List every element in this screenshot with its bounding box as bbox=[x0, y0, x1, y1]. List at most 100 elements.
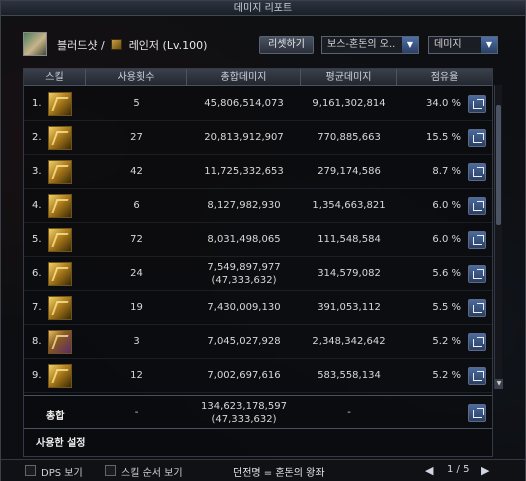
share-icon[interactable] bbox=[468, 265, 486, 283]
row-rank: 7. bbox=[32, 302, 42, 313]
summary-average: - bbox=[347, 407, 351, 418]
row-total-sub: (47,333,632) bbox=[211, 275, 277, 286]
table-row[interactable]: 4. 6 8,127,982,930 1,354,663,821 6.0 % bbox=[24, 189, 492, 223]
summary-total: 134,623,178,597 (47,333,632) bbox=[187, 400, 301, 426]
row-rank: 8. bbox=[32, 336, 42, 347]
row-rank: 4. bbox=[32, 200, 42, 211]
row-rank: 5. bbox=[32, 234, 42, 245]
skill-icon bbox=[48, 92, 72, 116]
row-rank: 9. bbox=[32, 370, 42, 381]
character-name: 블러드샷 / bbox=[57, 39, 105, 52]
row-total-value: 7,002,697,616 bbox=[207, 370, 281, 381]
row-average-damage: 770,885,663 bbox=[317, 132, 381, 143]
share-icon[interactable] bbox=[468, 163, 486, 181]
row-use-count: 19 bbox=[130, 302, 143, 313]
row-average-damage: 583,558,134 bbox=[317, 370, 381, 381]
skill-damage-table: 스킬 사용횟수 총합데미지 평균데미지 점유율 1. 5 45,806,514,07… bbox=[23, 68, 503, 457]
share-icon[interactable] bbox=[468, 129, 486, 147]
row-use-count: 42 bbox=[130, 166, 143, 177]
table-row[interactable]: 8. 3 7,045,027,928 2,348,342,642 5.2 % bbox=[24, 325, 492, 359]
row-total-damage: 7,549,897,977 (47,333,632) bbox=[187, 261, 301, 287]
row-share: 5.2 % bbox=[432, 336, 461, 347]
chevron-down-icon: ▼ bbox=[481, 37, 497, 53]
row-share: 5.2 % bbox=[432, 370, 461, 381]
share-icon[interactable] bbox=[468, 231, 486, 249]
skill-order-checkbox[interactable] bbox=[105, 465, 116, 476]
skill-icon bbox=[48, 262, 72, 286]
row-total-damage: 7,002,697,616 bbox=[187, 370, 301, 381]
row-average-damage: 279,174,586 bbox=[317, 166, 381, 177]
chevron-down-icon: ▼ bbox=[402, 37, 418, 53]
row-total-damage: 7,430,009,130 bbox=[187, 302, 301, 313]
column-use-count[interactable]: 사용횟수 bbox=[86, 69, 187, 86]
skill-order-label: 스킬 순서 보기 bbox=[121, 468, 183, 479]
row-use-count: 72 bbox=[130, 234, 143, 245]
character-avatar bbox=[23, 32, 47, 56]
dungeon-name: 던전명 = 혼돈의 왕좌 bbox=[233, 468, 325, 479]
row-total-damage: 20,813,912,907 bbox=[187, 132, 301, 143]
scroll-down-icon[interactable]: ▼ bbox=[495, 379, 503, 389]
row-average-damage: 314,579,082 bbox=[317, 268, 381, 279]
skill-icon bbox=[48, 160, 72, 184]
row-share: 8.7 % bbox=[432, 166, 461, 177]
dps-view-checkbox[interactable] bbox=[25, 465, 36, 476]
row-total-damage: 8,031,498,065 bbox=[187, 234, 301, 245]
boss-select-value: 보스-혼돈의 오.. bbox=[327, 39, 396, 50]
prev-page-icon[interactable]: ◀ bbox=[425, 464, 433, 477]
table-row[interactable]: 5. 72 8,031,498,065 111,548,584 6.0 % bbox=[24, 223, 492, 257]
row-use-count: 3 bbox=[133, 336, 140, 347]
row-use-count: 6 bbox=[133, 200, 140, 211]
row-average-damage: 2,348,342,642 bbox=[312, 336, 386, 347]
row-use-count: 5 bbox=[133, 98, 140, 109]
share-icon[interactable] bbox=[468, 197, 486, 215]
skill-icon bbox=[48, 330, 72, 354]
row-total-value: 20,813,912,907 bbox=[204, 132, 284, 143]
metric-select[interactable]: 데미지 ▼ bbox=[428, 36, 498, 54]
window-title: 데미지 리포트 bbox=[1, 1, 525, 16]
share-icon[interactable] bbox=[468, 95, 486, 113]
row-total-damage: 11,725,332,653 bbox=[187, 166, 301, 177]
table-row[interactable]: 2. 27 20,813,912,907 770,885,663 15.5 % bbox=[24, 121, 492, 155]
table-row[interactable]: 9. 12 7,002,697,616 583,558,134 5.2 % bbox=[24, 359, 492, 393]
share-icon[interactable] bbox=[468, 299, 486, 317]
column-share[interactable]: 점유율 bbox=[397, 69, 492, 86]
next-page-icon[interactable]: ▶ bbox=[481, 464, 489, 477]
table-row[interactable]: 7. 19 7,430,009,130 391,053,112 5.5 % bbox=[24, 291, 492, 325]
metric-select-value: 데미지 bbox=[434, 39, 462, 50]
page-indicator: 1 / 5 bbox=[447, 464, 470, 475]
skill-icon bbox=[48, 228, 72, 252]
row-total-value: 8,031,498,065 bbox=[207, 234, 281, 245]
boss-select[interactable]: 보스-혼돈의 오.. ▼ bbox=[321, 36, 419, 54]
row-average-damage: 1,354,663,821 bbox=[312, 200, 386, 211]
character-info: 블러드샷 / 레인저 (Lv.100) bbox=[57, 37, 207, 53]
row-average-damage: 391,053,112 bbox=[317, 302, 381, 313]
summary-total-value: 134,623,178,597 bbox=[201, 401, 287, 412]
table-row[interactable]: 3. 42 11,725,332,653 279,174,586 8.7 % bbox=[24, 155, 492, 189]
row-share: 6.0 % bbox=[432, 200, 461, 211]
table-row[interactable]: 6. 24 7,549,897,977 (47,333,632) 314,579,082… bbox=[24, 257, 492, 291]
column-total-damage[interactable]: 총합데미지 bbox=[187, 69, 301, 86]
column-skill[interactable]: 스킬 bbox=[24, 69, 86, 86]
share-icon[interactable] bbox=[468, 333, 486, 351]
row-rank: 3. bbox=[32, 166, 42, 177]
summary-label: 총합 bbox=[46, 411, 65, 422]
reset-button[interactable]: 리셋하기 bbox=[259, 36, 314, 54]
dps-view-label: DPS 보기 bbox=[41, 468, 83, 479]
row-total-value: 7,430,009,130 bbox=[207, 302, 281, 313]
table-header: 스킬 사용횟수 총합데미지 평균데미지 점유율 bbox=[24, 69, 492, 86]
table-scrollbar[interactable]: ▼ bbox=[494, 85, 503, 389]
skill-icon bbox=[48, 364, 72, 388]
row-use-count: 24 bbox=[130, 268, 143, 279]
row-total-damage: 8,127,982,930 bbox=[187, 200, 301, 211]
row-total-value: 45,806,514,073 bbox=[204, 98, 284, 109]
share-icon[interactable] bbox=[468, 404, 486, 422]
table-row[interactable]: 1. 5 45,806,514,073 9,161,302,814 34.0 % bbox=[24, 87, 492, 121]
column-average-damage[interactable]: 평균데미지 bbox=[301, 69, 397, 86]
row-rank: 6. bbox=[32, 268, 42, 279]
damage-report-window: 데미지 리포트 블러드샷 / 레인저 (Lv.100) 리셋하기 보스-혼돈의 … bbox=[0, 0, 526, 481]
row-rank: 1. bbox=[32, 98, 42, 109]
row-share: 5.5 % bbox=[432, 302, 461, 313]
row-total-value: 8,127,982,930 bbox=[207, 200, 281, 211]
scrollbar-thumb[interactable] bbox=[496, 105, 501, 225]
share-icon[interactable] bbox=[468, 367, 486, 385]
